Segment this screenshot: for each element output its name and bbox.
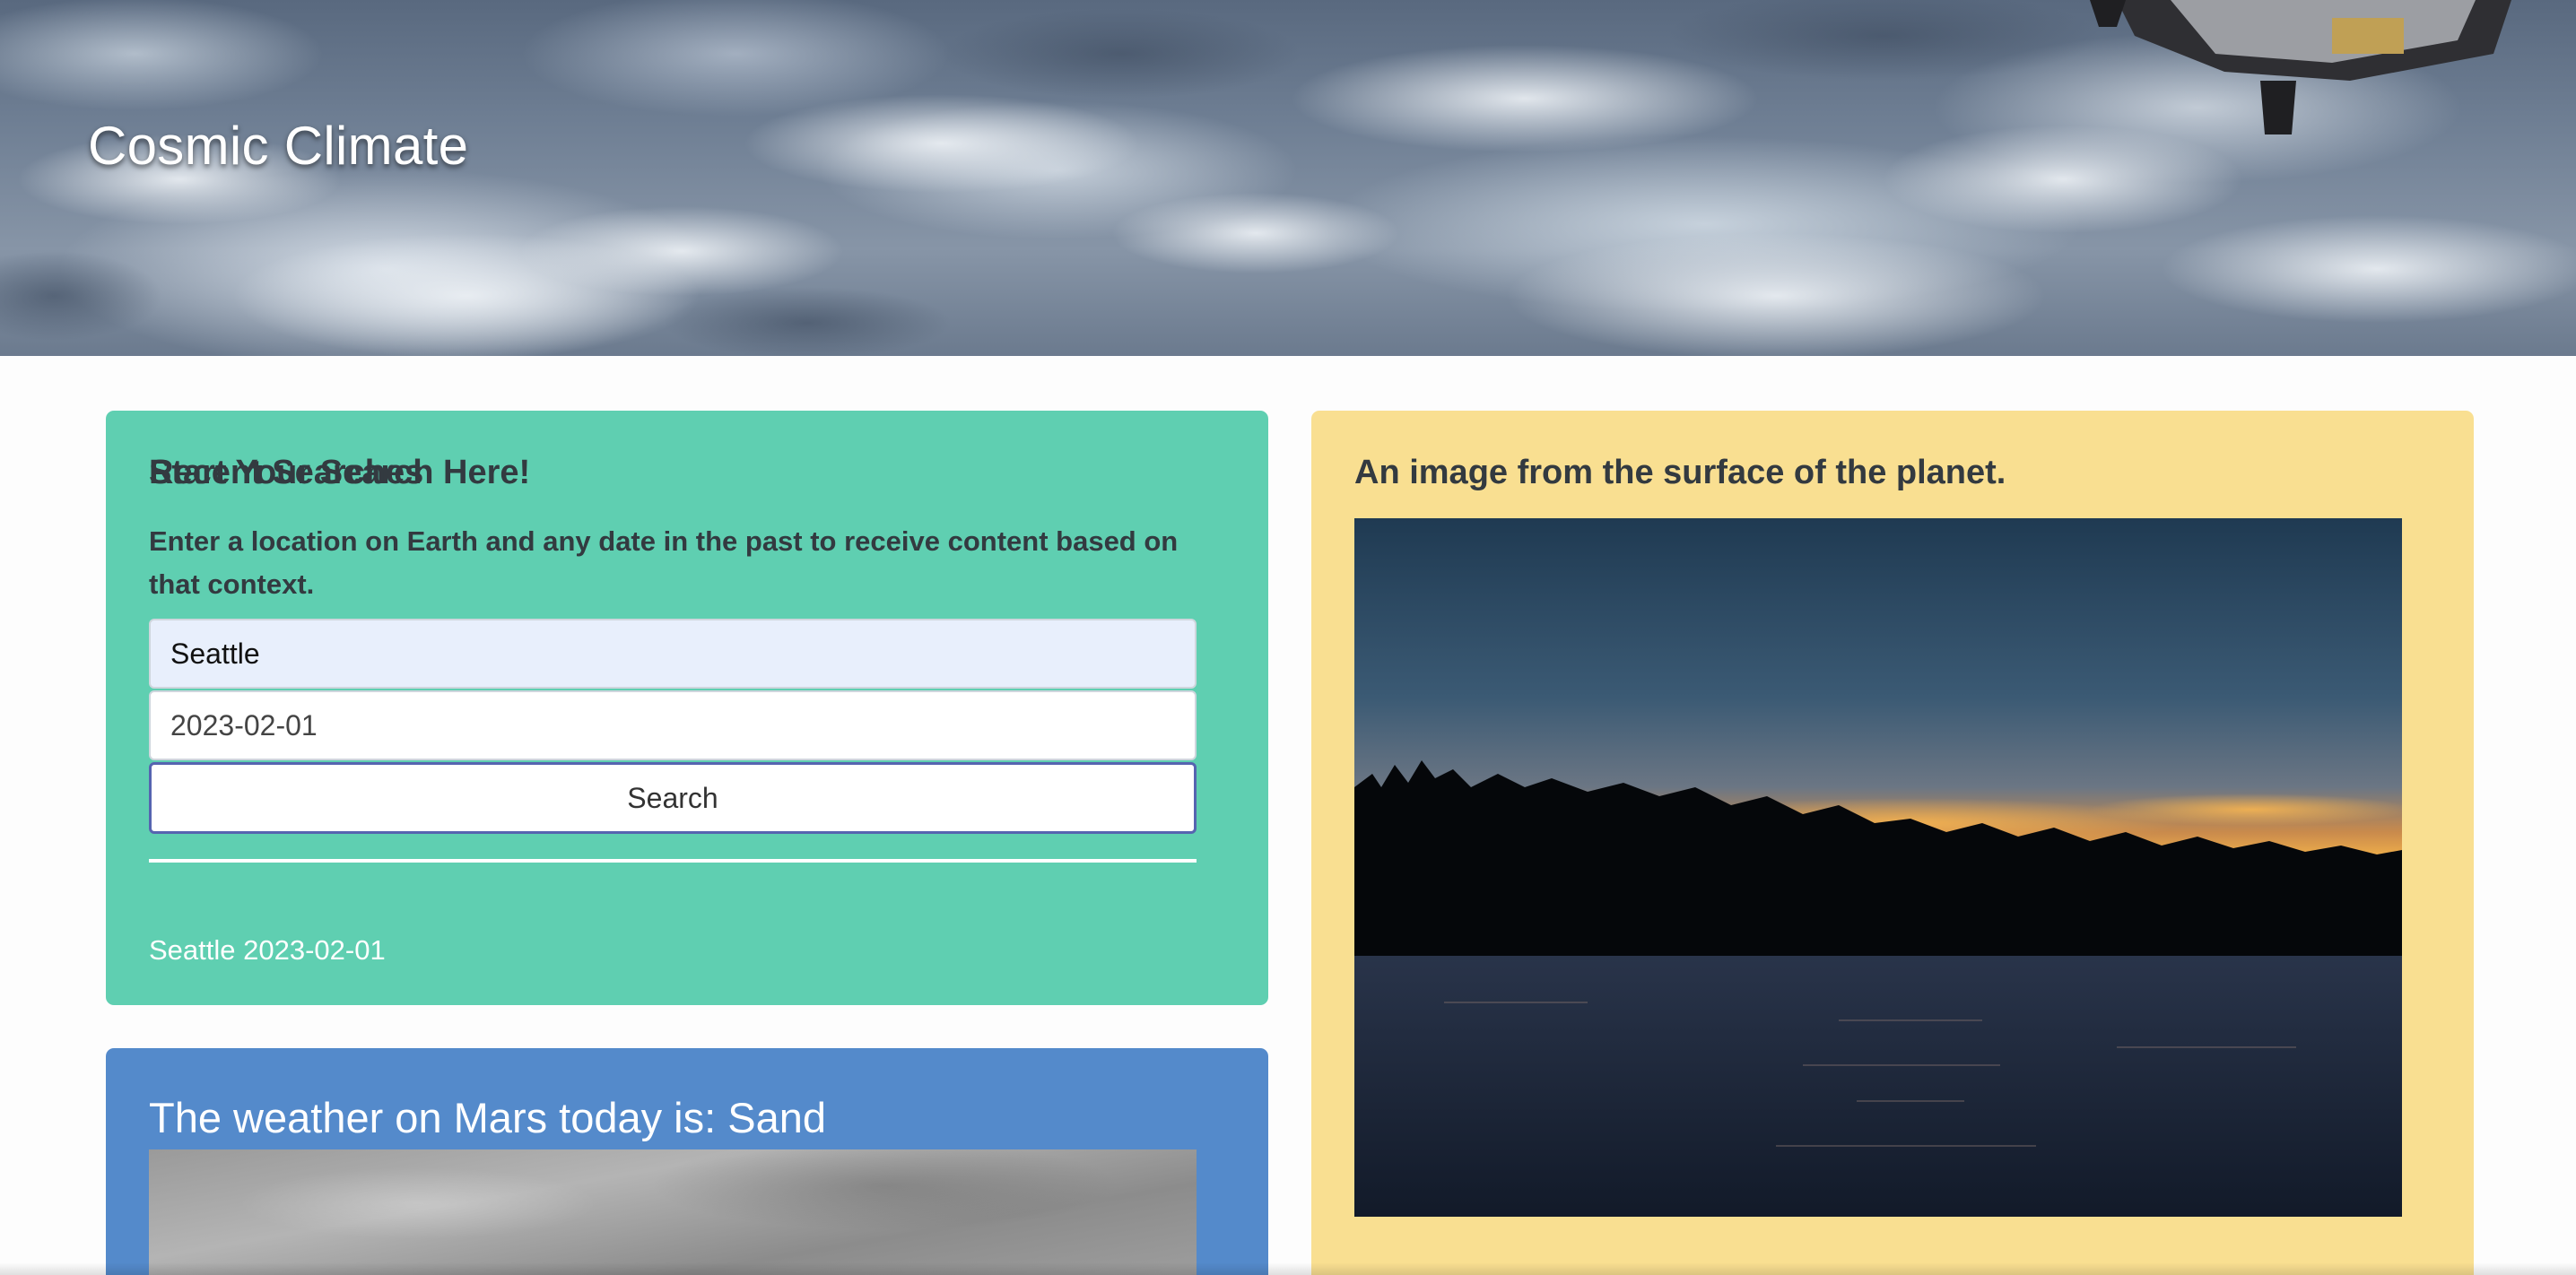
mars-weather-title: The weather on Mars today is: Sand [149,1094,827,1141]
planet-surface-card: An image from the surface of the planet. [1311,411,2474,1275]
surface-heading: An image from the surface of the planet. [1354,454,2006,491]
hero-banner: Cosmic Climate [0,0,2576,356]
mars-weather-card: The weather on Mars today is: Sand [106,1048,1268,1275]
recent-searches-heading: Recent Searches [149,454,424,491]
earth-from-orbit-image [0,0,2576,356]
search-card: Start Your Search Here! Enter a location… [106,411,1268,1005]
date-input[interactable] [149,690,1197,760]
divider [149,859,1197,863]
location-input[interactable] [149,619,1197,689]
site-title: Cosmic Climate [88,116,469,176]
bottom-edge-shadow [0,1262,2576,1275]
search-description: Enter a location on Earth and any date i… [149,525,1179,600]
sunset-lake-image [1354,518,2402,1217]
recent-search-item[interactable]: Seattle 2023-02-01 [149,934,386,967]
spacecraft-icon [2090,0,2511,134]
mars-surface-image [149,1149,1197,1275]
search-button[interactable]: Search [149,762,1197,834]
